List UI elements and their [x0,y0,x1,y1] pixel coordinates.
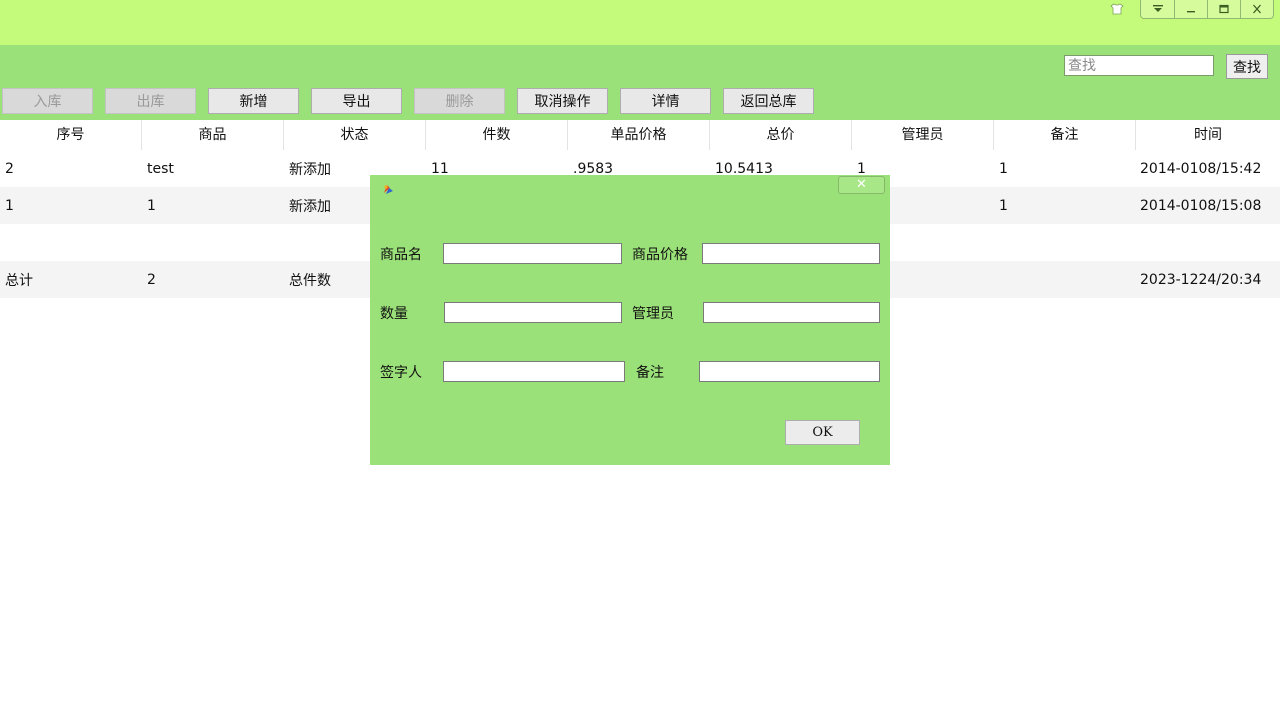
quantity-input[interactable] [444,302,622,323]
table-cell: 2014-0108/15:42 [1140,160,1262,177]
export-button[interactable]: 导出 [311,88,402,114]
signer-input[interactable] [443,361,625,382]
table-cell: 2023-1224/20:34 [1140,271,1262,288]
add-item-dialog: ✕ 商品名 商品价格 数量 管理员 签字人 备注 OK [370,175,890,465]
toolbar: 查找 入库 出库 新增 导出 删除 取消操作 详情 返回总库 [0,45,1280,120]
table-cell: 2014-0108/15:08 [1140,197,1262,214]
details-button[interactable]: 详情 [620,88,711,114]
column-header[interactable]: 单品价格 [568,120,710,150]
table-cell: 1 [147,197,156,214]
remark-input[interactable] [699,361,880,382]
column-header[interactable]: 备注 [994,120,1136,150]
app-window: 查找 入库 出库 新增 导出 删除 取消操作 详情 返回总库 序号 商品 状态 … [0,0,1280,720]
close-icon[interactable] [1240,0,1273,18]
window-controls [1140,0,1274,19]
cancel-operation-button[interactable]: 取消操作 [517,88,608,114]
table-cell: 2 [147,271,156,288]
column-header[interactable]: 商品 [142,120,284,150]
add-button[interactable]: 新增 [208,88,299,114]
label-remark: 备注 [636,365,664,381]
ok-button[interactable]: OK [785,420,860,445]
search-button[interactable]: 查找 [1226,54,1268,79]
dialog-close-icon[interactable]: ✕ [838,176,885,194]
label-manager: 管理员 [632,306,674,322]
skin-icon[interactable] [1110,3,1124,15]
back-to-main-button[interactable]: 返回总库 [723,88,814,114]
column-header[interactable]: 总价 [710,120,852,150]
manager-input[interactable] [703,302,880,323]
label-product-name: 商品名 [380,247,422,263]
delete-button[interactable]: 删除 [414,88,505,114]
column-header[interactable]: 管理员 [852,120,994,150]
table-cell: 1 [5,197,14,214]
title-bar [0,0,1280,45]
table-header: 序号 商品 状态 件数 单品价格 总价 管理员 备注 时间 [0,120,1280,150]
label-signer: 签字人 [380,365,422,381]
dropdown-icon[interactable] [1141,0,1174,18]
column-header[interactable]: 件数 [426,120,568,150]
column-header[interactable]: 状态 [284,120,426,150]
table-cell: 1 [999,197,1008,214]
search-input[interactable] [1064,55,1214,76]
label-quantity: 数量 [380,306,408,322]
label-product-price: 商品价格 [632,247,688,263]
table-cell: 2 [5,160,14,177]
product-price-input[interactable] [702,243,880,264]
product-name-input[interactable] [443,243,622,264]
column-header[interactable]: 时间 [1136,120,1280,150]
column-header[interactable]: 序号 [0,120,142,150]
stock-out-button[interactable]: 出库 [105,88,196,114]
table-cell: test [147,160,174,177]
table-cell: 总计 [5,272,33,289]
stock-in-button[interactable]: 入库 [2,88,93,114]
table-cell: 1 [999,160,1008,177]
maximize-icon[interactable] [1207,0,1240,18]
minimize-icon[interactable] [1174,0,1207,18]
app-icon [384,185,393,194]
